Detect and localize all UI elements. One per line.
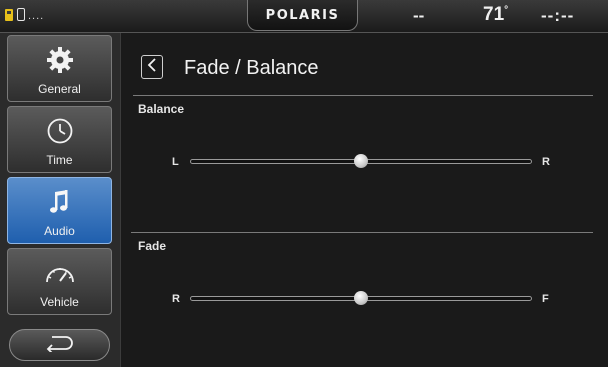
fade-balance-panel: Fade / Balance Balance L R Fade R F bbox=[121, 33, 608, 367]
header-divider bbox=[133, 95, 593, 96]
speedometer-icon bbox=[8, 258, 111, 288]
status-placeholder: -- bbox=[413, 6, 425, 25]
sidebar-item-label: General bbox=[38, 82, 81, 96]
brand-logo: POLARIS bbox=[265, 8, 340, 23]
sidebar-item-label: Vehicle bbox=[40, 295, 79, 309]
clock-readout: --:-- bbox=[541, 6, 575, 25]
temperature-value: 71 bbox=[483, 4, 505, 25]
sidebar-item-general[interactable]: General bbox=[7, 35, 112, 102]
sidebar-item-label: Time bbox=[46, 153, 73, 167]
return-arrow-icon bbox=[42, 334, 78, 357]
fade-title: Fade bbox=[138, 239, 167, 253]
fade-right-label: F bbox=[542, 293, 549, 305]
status-bar: .... POLARIS -- 71° --:-- bbox=[0, 0, 608, 33]
sidebar-item-time[interactable]: Time bbox=[7, 106, 112, 173]
header-back-button[interactable] bbox=[141, 55, 163, 79]
signal-indicator: .... bbox=[28, 10, 45, 22]
balance-right-label: R bbox=[542, 156, 550, 168]
fuel-icon bbox=[5, 9, 13, 21]
section-divider bbox=[131, 232, 593, 233]
music-note-icon bbox=[8, 187, 111, 217]
balance-title: Balance bbox=[138, 102, 185, 116]
temperature-readout: 71° bbox=[483, 4, 508, 26]
back-button[interactable] bbox=[9, 329, 110, 361]
sidebar-item-label: Audio bbox=[44, 224, 75, 238]
fade-left-label: R bbox=[172, 293, 180, 305]
brand-logo-tab: POLARIS bbox=[247, 0, 358, 31]
balance-left-label: L bbox=[172, 156, 179, 168]
page-title: Fade / Balance bbox=[184, 57, 319, 79]
chevron-left-icon bbox=[146, 57, 158, 78]
fade-slider-thumb[interactable] bbox=[354, 291, 368, 305]
phone-icon bbox=[17, 8, 25, 21]
sidebar-item-vehicle[interactable]: Vehicle bbox=[7, 248, 112, 315]
settings-sidebar: General Time Audio Vehicle bbox=[0, 33, 121, 367]
temperature-unit: ° bbox=[504, 4, 509, 16]
gear-icon bbox=[8, 45, 111, 75]
sidebar-item-audio[interactable]: Audio bbox=[7, 177, 112, 244]
clock-icon bbox=[8, 116, 111, 146]
balance-slider-thumb[interactable] bbox=[354, 154, 368, 168]
